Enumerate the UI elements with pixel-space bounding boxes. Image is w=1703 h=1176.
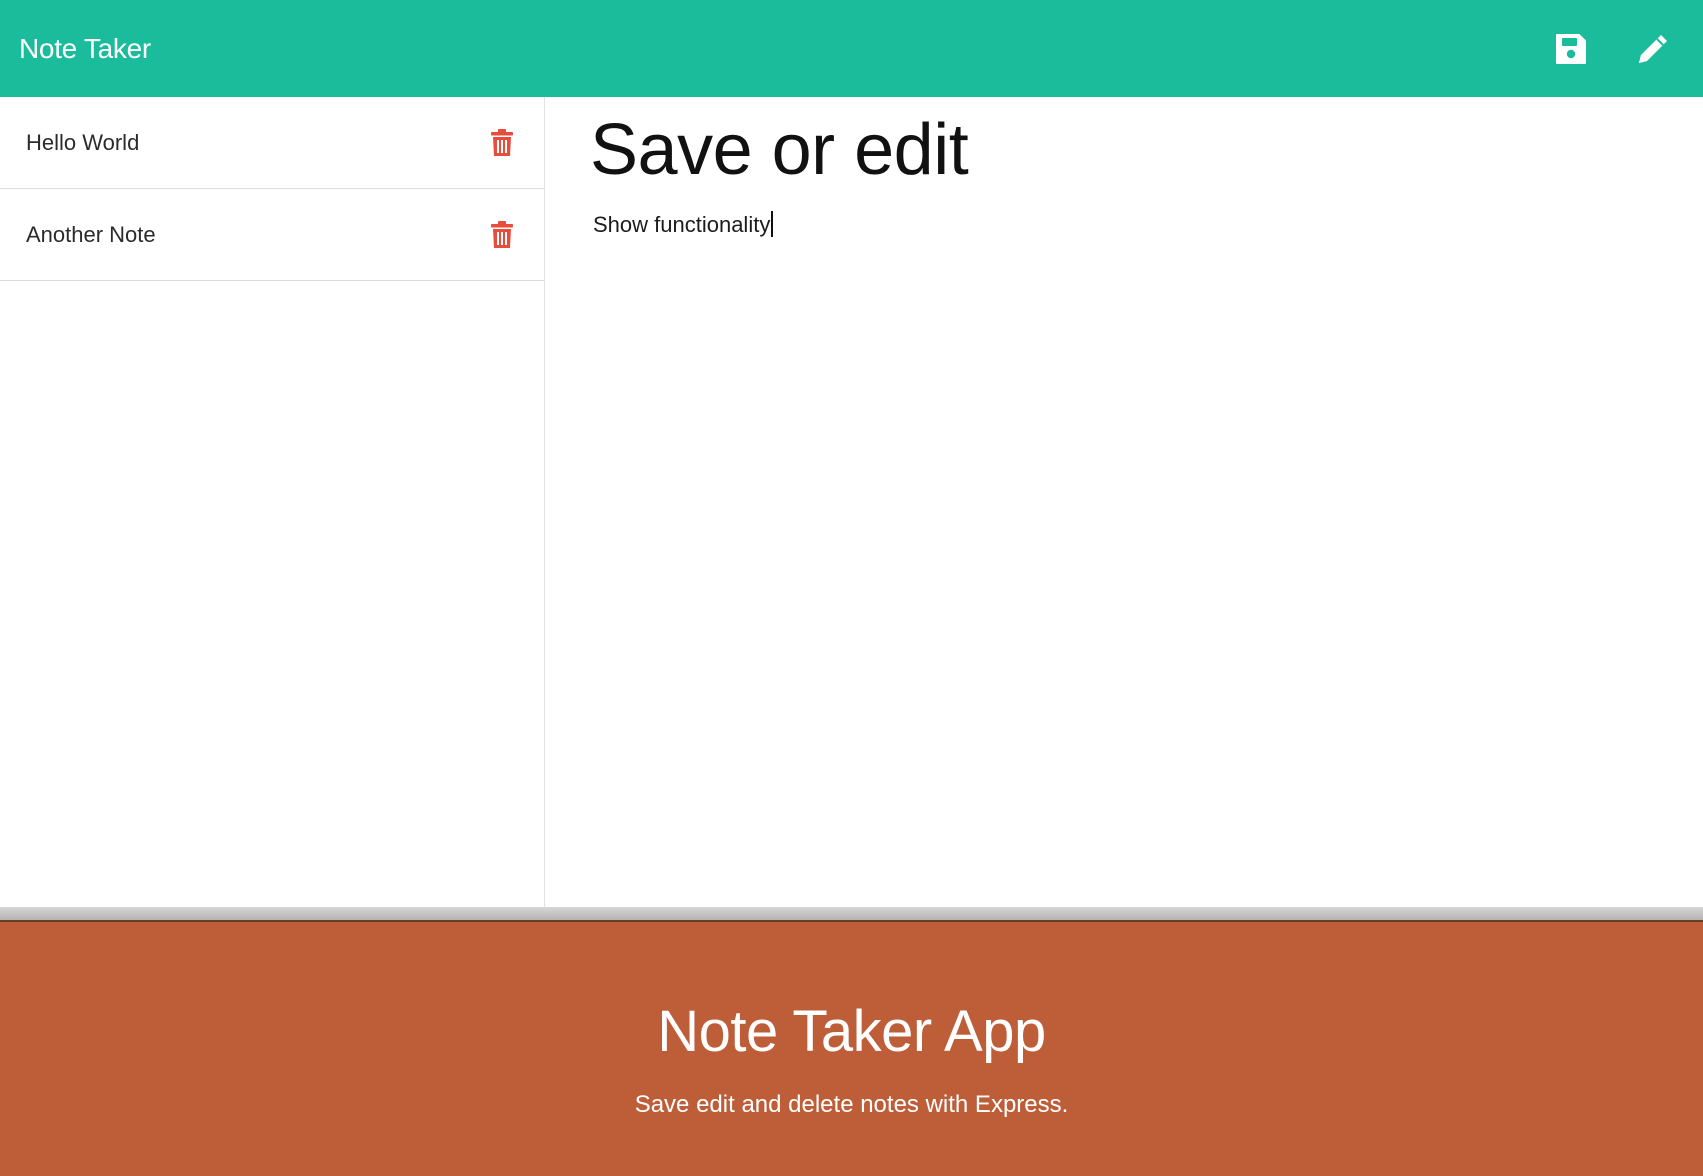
note-body-wrapper: Show functionality [590,189,1703,238]
note-text-area[interactable]: Show functionality [590,210,774,238]
section-divider [0,907,1703,920]
pencil-icon [1639,34,1667,63]
floppy-disk-icon [1556,33,1586,64]
save-note-button[interactable] [1551,29,1591,69]
banner-subtitle: Save edit and delete notes with Express. [634,1091,1069,1118]
note-text-value: Show functionality [593,211,771,237]
text-cursor [771,210,774,237]
banner-title: Note Taker App [657,999,1046,1064]
note-title-input[interactable]: Save or edit [590,112,1640,189]
promo-banner: Note Taker App Save edit and delete note… [0,920,1703,1176]
navbar: Note Taker [0,0,1703,97]
navbar-actions [1551,29,1673,69]
brand-title[interactable]: Note Taker [19,33,151,65]
new-note-button[interactable] [1633,29,1673,69]
app-window: Note Taker Hello World Another Note Save… [0,0,1703,1176]
main-content: Hello World Another Note Save or edit Sh… [0,97,1703,920]
note-editor: Save or edit Show functionality [0,97,1703,920]
